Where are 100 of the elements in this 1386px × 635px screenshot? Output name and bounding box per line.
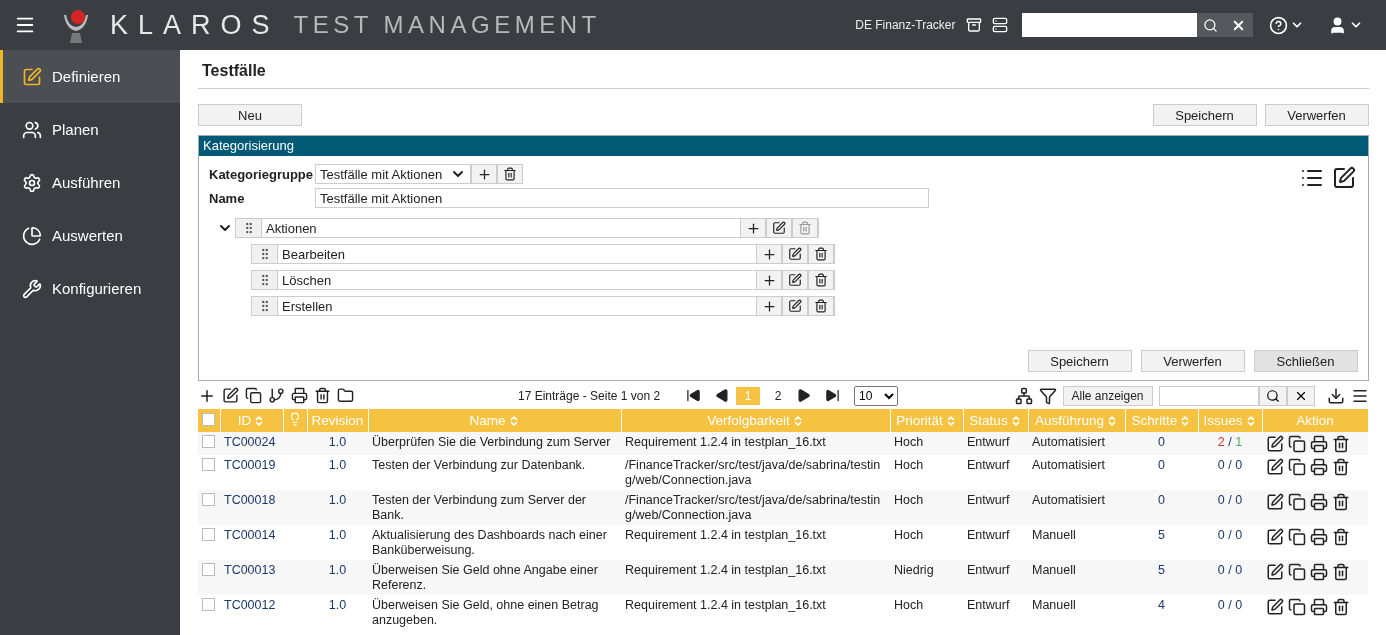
new-button[interactable]: Neu [198,104,302,126]
search-field[interactable] [1021,13,1197,37]
page-summary: 17 Einträge - Seite 1 von 2 [518,388,661,403]
edit-icon[interactable] [222,387,239,404]
edit-icon[interactable] [1266,528,1284,546]
folder-icon[interactable] [337,387,354,404]
edit-button[interactable] [782,270,808,290]
print-icon[interactable] [1310,563,1328,581]
trash-icon[interactable] [1332,493,1350,511]
next-page-icon[interactable] [796,388,812,403]
add-button[interactable] [471,164,497,184]
download-icon[interactable] [1326,386,1345,405]
test-case-link[interactable]: TC00019 [224,458,276,472]
add-button[interactable] [740,218,766,238]
row-checkbox[interactable] [202,528,215,541]
trash-icon[interactable] [1332,563,1350,581]
drag-handle[interactable] [236,219,262,237]
sidebar-item[interactable]: Planen [0,103,180,156]
discard-button[interactable]: Verwerfen [1264,104,1369,126]
print-icon[interactable] [1310,528,1328,546]
page-link[interactable]: 2 [766,386,791,405]
edit-button[interactable] [782,244,808,264]
show-all-button[interactable]: Alle anzeigen [1062,385,1153,406]
search-button[interactable] [1196,13,1225,37]
row-checkbox[interactable] [202,493,215,506]
edit-icon [788,247,802,261]
trash-icon[interactable] [1332,435,1350,453]
edit-icon[interactable] [1266,493,1284,511]
print-icon[interactable] [1310,435,1328,453]
trash-icon[interactable] [1332,528,1350,546]
print-icon[interactable] [1310,458,1328,476]
add-button[interactable] [756,244,782,264]
delete-button[interactable] [808,270,834,290]
sidebar-item[interactable]: Auswerten [0,209,180,262]
panel-button[interactable]: Schließen [1253,350,1358,372]
last-page-icon[interactable] [825,388,841,403]
help-icon[interactable] [1268,15,1304,35]
trash-icon[interactable] [314,387,331,404]
drag-handle[interactable] [252,271,278,289]
name-field[interactable]: Testfälle mit Aktionen [315,188,929,208]
test-case-link[interactable]: TC00014 [224,528,276,542]
edit-icon[interactable] [1266,435,1284,453]
print-icon[interactable] [1310,598,1328,616]
sidebar-item[interactable]: Definieren [0,50,180,103]
trash-icon[interactable] [1332,458,1350,476]
test-case-link[interactable]: TC00013 [224,563,276,577]
panel-button[interactable]: Speichern [1027,350,1132,372]
copy-icon[interactable] [245,387,262,404]
delete-button[interactable] [497,164,523,184]
test-case-link[interactable]: TC00012 [224,598,276,612]
drag-handle[interactable] [252,297,278,315]
print-icon[interactable] [1310,493,1328,511]
save-button[interactable]: Speichern [1152,104,1257,126]
copy-icon[interactable] [1288,493,1306,511]
search-button[interactable] [1258,385,1287,406]
filter-icon[interactable] [1038,386,1057,405]
print-icon[interactable] [291,387,308,404]
edit-icon[interactable] [1331,166,1356,190]
sidebar-item[interactable]: Konfigurieren [0,262,180,315]
add-button[interactable] [756,296,782,316]
copy-icon[interactable] [1288,528,1306,546]
add-button[interactable] [756,270,782,290]
clear-button[interactable] [1224,13,1253,37]
table-cell: Aktualisierung des Dashboards nach einer Banküberweisung. [372,528,607,557]
delete-button[interactable] [808,244,834,264]
test-case-link[interactable]: TC00018 [224,493,276,507]
test-case-link[interactable]: TC00024 [224,435,276,449]
edit-icon[interactable] [1266,598,1284,616]
hierarchy-icon[interactable] [1014,386,1033,405]
clear-button[interactable] [1286,385,1315,406]
row-checkbox[interactable] [202,563,215,576]
edit-button[interactable] [782,296,808,316]
archive-icon[interactable] [965,17,982,33]
delete-button[interactable] [808,296,834,316]
sidebar-item[interactable]: Ausführen [0,156,180,209]
select-all-checkbox[interactable] [202,412,216,426]
edit-icon [772,221,786,235]
page-size-select[interactable]: 10 [854,385,899,406]
project-name[interactable]: DE Finanz-Tracker [855,18,956,32]
copy-icon[interactable] [1288,563,1306,581]
branch-icon[interactable] [268,387,285,404]
row-checkbox[interactable] [202,458,215,471]
server-icon[interactable] [991,17,1008,33]
table-search-field[interactable] [1158,385,1259,406]
edit-button[interactable] [766,218,792,238]
copy-icon[interactable] [1288,458,1306,476]
copy-icon[interactable] [1288,435,1306,453]
trash-icon [814,247,828,261]
category-group-select[interactable]: Testfälle mit Aktionen [315,164,471,184]
row-checkbox[interactable] [202,435,215,448]
plus-icon [761,272,777,288]
drag-handle[interactable] [252,245,278,263]
row-checkbox[interactable] [202,598,215,611]
edit-icon[interactable] [1266,563,1284,581]
previous-page-icon[interactable] [715,388,731,403]
panel-button[interactable]: Verwerfen [1140,350,1245,372]
trash-icon[interactable] [1332,598,1350,616]
first-page-icon[interactable] [686,388,702,403]
edit-icon[interactable] [1266,458,1284,476]
copy-icon[interactable] [1288,598,1306,616]
